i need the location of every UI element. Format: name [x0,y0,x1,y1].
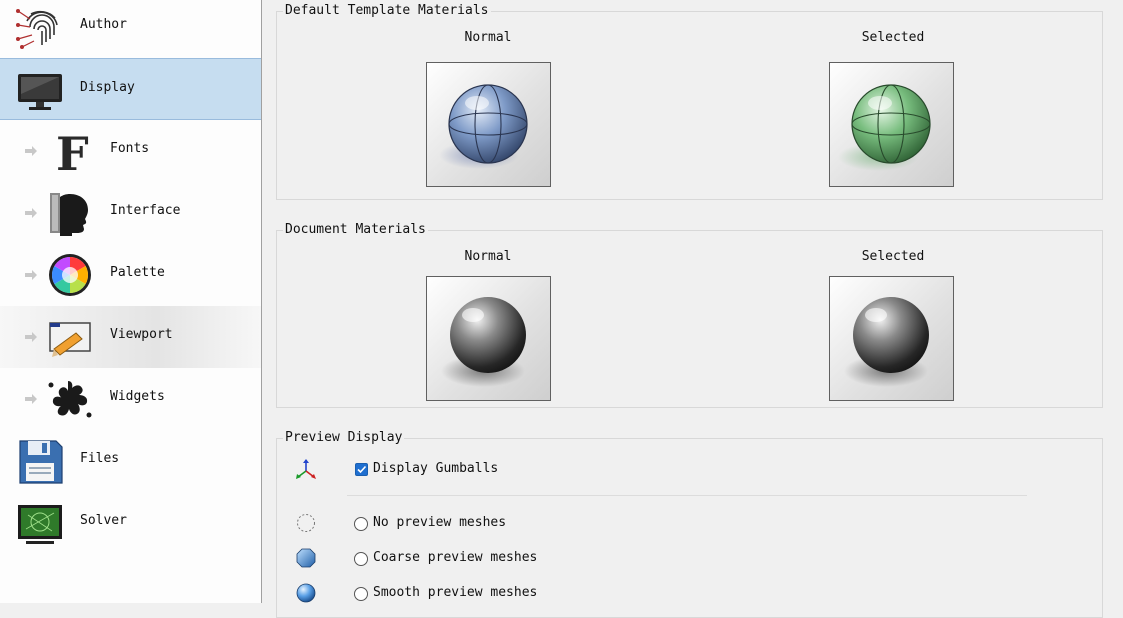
default-normal-material-swatch[interactable] [426,62,551,187]
arrow-right-icon [24,392,38,406]
group-title: Document Materials [283,222,428,238]
blue-sphere-icon [439,84,528,169]
display-gumballs-label[interactable]: Display Gumballs [373,461,498,476]
dotted-circle-icon [295,512,317,534]
no-preview-meshes-radio[interactable] [354,517,368,531]
sidebar-item-label: Solver [80,513,127,528]
no-preview-meshes-label[interactable]: No preview meshes [373,515,506,530]
sidebar-item-label: Files [80,451,120,466]
sidebar-item-label: Widgets [110,389,165,404]
default-selected-material-swatch[interactable] [829,62,954,187]
smooth-sphere-icon [295,582,317,604]
arrow-right-icon [24,206,38,220]
gray-sphere-icon [844,297,929,387]
sidebar-item-label: Author [80,17,127,32]
green-sphere-icon [838,84,931,171]
sidebar-item-label: Fonts [110,141,150,156]
font-f-icon: F [46,127,94,181]
document-selected-material-swatch[interactable] [829,276,954,401]
monitor-icon [16,66,64,114]
arrow-right-icon [24,330,38,344]
arrow-right-icon [24,268,38,282]
selected-label: Selected [861,249,925,264]
sidebar-item-widgets[interactable]: Widgets [0,368,261,430]
selected-label: Selected [861,30,925,45]
preview-display-group: Preview Display Display Gumballs No prev… [276,430,1103,618]
sidebar-item-solver[interactable]: Solver [0,492,261,554]
sidebar-item-display[interactable]: Display [0,58,261,120]
sidebar-item-label: Display [80,80,135,95]
default-template-materials-group: Default Template Materials Normal Select… [276,3,1103,200]
normal-label: Normal [464,249,512,264]
floppy-disk-icon [16,437,64,485]
group-title: Default Template Materials [283,3,491,19]
document-materials-group: Document Materials Normal Selected [276,222,1103,408]
solver-screen-icon [16,499,64,547]
separator [347,495,1027,496]
preferences-sidebar: Author Display F Fonts Interface Palette… [0,0,262,603]
sidebar-item-interface[interactable]: Interface [0,182,261,244]
viewport-pencil-icon [46,313,94,361]
sidebar-item-label: Viewport [110,327,173,342]
gray-sphere-icon [441,297,526,387]
coarse-sphere-icon [295,547,317,569]
svg-text:F: F [56,127,89,175]
sidebar-item-label: Palette [110,265,165,280]
coarse-preview-meshes-label[interactable]: Coarse preview meshes [373,550,537,565]
sidebar-item-fonts[interactable]: F Fonts [0,120,261,182]
normal-label: Normal [464,30,512,45]
sidebar-item-author[interactable]: Author [0,0,261,58]
splat-icon [46,375,94,423]
fingerprint-icon [16,3,64,51]
color-wheel-icon [46,251,94,299]
smooth-preview-meshes-radio[interactable] [354,587,368,601]
gumball-axes-icon [295,458,317,480]
display-gumballs-checkbox[interactable] [355,463,368,476]
smooth-preview-meshes-label[interactable]: Smooth preview meshes [373,585,537,600]
coarse-preview-meshes-radio[interactable] [354,552,368,566]
head-silhouette-icon [46,189,94,237]
document-normal-material-swatch[interactable] [426,276,551,401]
group-title: Preview Display [283,430,405,446]
arrow-right-icon [24,144,38,158]
sidebar-item-files[interactable]: Files [0,430,261,492]
sidebar-item-label: Interface [110,203,181,218]
sidebar-item-viewport[interactable]: Viewport [0,306,261,368]
sidebar-item-palette[interactable]: Palette [0,244,261,306]
